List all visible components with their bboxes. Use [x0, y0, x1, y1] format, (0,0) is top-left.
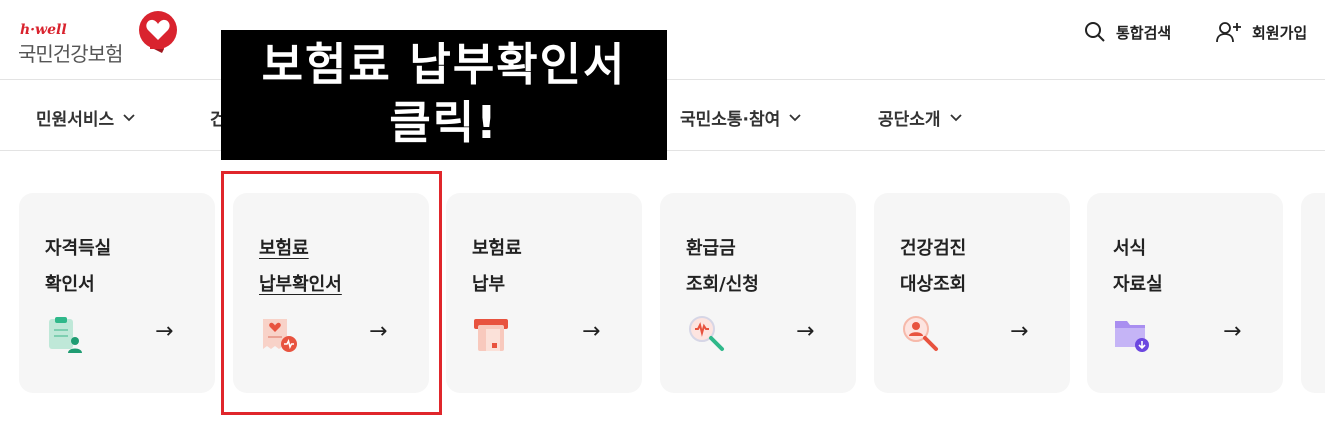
card-title-line: 납부 [472, 274, 506, 295]
folder-download-icon [1115, 321, 1149, 352]
quick-card-forms[interactable]: 서식 자료실 → [1087, 193, 1283, 393]
card-title: 건강검진 대상조회 [900, 231, 966, 303]
card-title-line: 확인서 [45, 274, 95, 295]
nav-item-about[interactable]: 공단소개 [878, 105, 963, 130]
card-title-line: 자격득실 [45, 238, 112, 259]
card-title: 자격득실 확인서 [45, 231, 111, 303]
card-title: 환급금 조회/신청 [686, 231, 759, 303]
search-icon [1085, 22, 1105, 42]
caption-line-2: 클릭! [389, 96, 499, 149]
nav-item-label: 민원서비스 [36, 110, 115, 130]
card-title-line: 서식 [1113, 238, 1147, 259]
arrow-right-icon: → [1010, 319, 1029, 344]
overlay-caption: 보험료 납부확인서 클릭! [221, 30, 667, 160]
logo-hwell-text: h·well [20, 22, 67, 38]
site-logo[interactable]: h·well 국민건강보험 [18, 10, 188, 70]
card-title: 보험료 납부 [472, 231, 522, 303]
arrow-right-icon: → [582, 319, 601, 344]
nav-item-label: 공단소개 [878, 110, 941, 130]
signup-button[interactable]: 회원가입 [1216, 20, 1307, 44]
nav-item-communication[interactable]: 국민소통·참여 [680, 105, 802, 130]
quick-card-refund[interactable]: 환급금 조회/신청 → [660, 193, 856, 393]
card-title-line: 대상조회 [900, 274, 967, 295]
signup-label: 회원가입 [1252, 23, 1308, 42]
add-user-icon [1216, 22, 1241, 43]
arrow-right-icon: → [796, 319, 815, 344]
search-person-icon [903, 316, 938, 351]
highlight-box [221, 171, 442, 415]
card-title-line: 조회/신청 [686, 274, 759, 295]
search-won-icon [689, 316, 724, 351]
card-title-line: 보험료 [472, 238, 522, 259]
caption-line-1: 보험료 납부확인서 [261, 38, 627, 91]
integrated-search-button[interactable]: 통합검색 [1084, 20, 1171, 44]
chevron-down-icon [949, 113, 962, 121]
arrow-right-icon: → [1223, 319, 1242, 344]
logo-main-text: 국민건강보험 [18, 42, 123, 66]
integrated-search-label: 통합검색 [1116, 23, 1172, 42]
quick-card-premium-payment[interactable]: 보험료 납부 → [446, 193, 642, 393]
chevron-down-icon [789, 113, 801, 121]
quick-card-eligibility[interactable]: 자격득실 확인서 → [19, 193, 215, 393]
quick-card-health-checkup[interactable]: 건강검진 대상조회 → [874, 193, 1070, 393]
card-title-line: 자료실 [1113, 274, 1163, 295]
heart-logo-icon [139, 11, 177, 53]
quick-card-partial[interactable] [1301, 193, 1325, 393]
card-title-line: 환급금 [686, 238, 736, 259]
payment-card-icon [474, 319, 508, 351]
nav-item-civil-service[interactable]: 민원서비스 [36, 105, 136, 130]
arrow-right-icon: → [155, 319, 174, 344]
card-title-line: 건강검진 [900, 238, 967, 259]
chevron-down-icon [123, 113, 135, 121]
nav-item-label: 국민소통·참여 [680, 110, 781, 130]
card-title: 서식 자료실 [1113, 231, 1163, 303]
certificate-user-icon [49, 317, 82, 353]
